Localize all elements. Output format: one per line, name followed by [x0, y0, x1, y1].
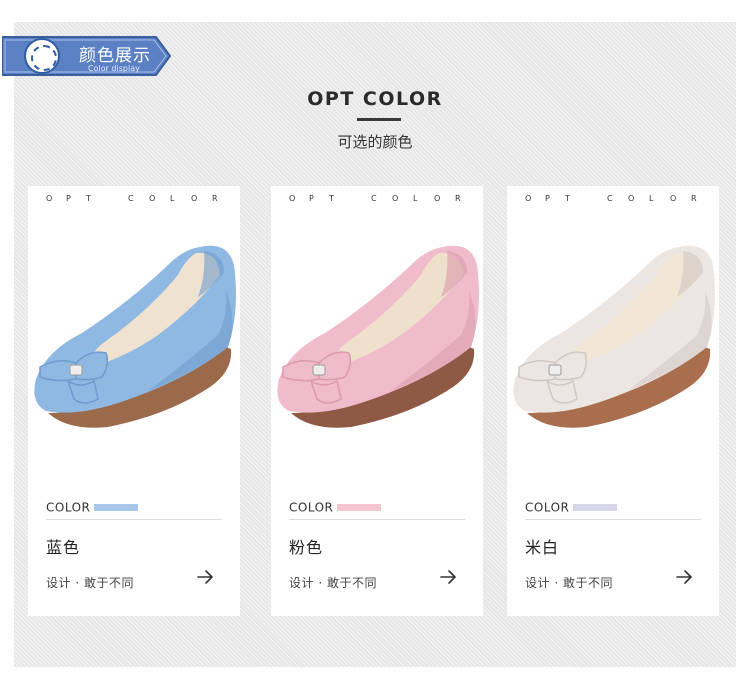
- opt-letter: T: [329, 194, 334, 203]
- opt-letter: L: [413, 194, 418, 203]
- opt-letter: C: [371, 194, 377, 203]
- shoe-image: [34, 245, 237, 428]
- opt-letter: P: [66, 194, 71, 203]
- badge-subtitle: Color display: [88, 64, 140, 73]
- badge-title: 颜色展示: [79, 46, 151, 66]
- opt-letter: O: [149, 194, 156, 203]
- card-divider: [525, 519, 701, 520]
- opt-letter: C: [607, 194, 613, 203]
- opt-color-letters: OPTCOLOR: [28, 194, 240, 208]
- shoe-image: [513, 245, 715, 428]
- design-tagline: 设计 · 敢于不同: [525, 576, 613, 590]
- color-card-white[interactable]: O P T C O L O R COLOR 米白 设计 · 敢于不同: [507, 186, 719, 616]
- opt-letter: O: [525, 194, 532, 203]
- color-swatch: [94, 504, 139, 511]
- opt-letter: P: [309, 194, 314, 203]
- color-name: 米白: [525, 538, 560, 557]
- brand-seal-icon: [24, 38, 60, 74]
- color-swatch: [337, 504, 382, 511]
- opt-letter: R: [691, 194, 697, 203]
- color-label: COLOR: [289, 500, 334, 515]
- color-name: 蓝色: [46, 538, 81, 557]
- section-title: OPT COLOR: [307, 88, 443, 110]
- opt-letter: O: [392, 194, 399, 203]
- section-title-rule: [357, 118, 401, 121]
- color-card-blue[interactable]: O P T C O L O R COLOR 蓝色 设计 · 敢于不同: [28, 186, 240, 616]
- color-card-pink[interactable]: O P T C O L O R COLOR 粉色 设计 · 敢于不同: [271, 186, 483, 616]
- opt-letter: T: [565, 194, 570, 203]
- opt-letter: C: [128, 194, 134, 203]
- opt-letter: O: [46, 194, 53, 203]
- opt-color-letters: OPTCOLOR: [271, 194, 483, 208]
- opt-letter: T: [86, 194, 91, 203]
- design-tagline: 设计 · 敢于不同: [46, 576, 134, 590]
- opt-color-letters: OPTCOLOR: [507, 194, 719, 208]
- card-divider: [289, 519, 465, 520]
- opt-letter: O: [191, 194, 198, 203]
- opt-letter: O: [289, 194, 296, 203]
- color-row: COLOR: [525, 497, 618, 515]
- color-label: COLOR: [46, 500, 91, 515]
- opt-letter: O: [434, 194, 441, 203]
- color-name: 粉色: [289, 538, 324, 557]
- color-label: COLOR: [525, 500, 570, 515]
- arrow-right-icon[interactable]: [675, 568, 693, 586]
- opt-letter: L: [649, 194, 654, 203]
- opt-letter: R: [212, 194, 218, 203]
- opt-letter: P: [545, 194, 550, 203]
- opt-letter: R: [455, 194, 461, 203]
- color-display-badge: 颜色展示 Color display: [2, 33, 174, 79]
- shoe-image: [277, 245, 479, 428]
- color-row: COLOR: [289, 497, 382, 515]
- arrow-right-icon[interactable]: [439, 568, 457, 586]
- design-tagline: 设计 · 敢于不同: [289, 576, 377, 590]
- opt-letter: O: [628, 194, 635, 203]
- color-swatch: [573, 504, 618, 511]
- card-divider: [46, 519, 222, 520]
- opt-letter: O: [670, 194, 677, 203]
- opt-letter: L: [170, 194, 175, 203]
- section-subtitle: 可选的颜色: [337, 133, 413, 151]
- color-row: COLOR: [46, 497, 139, 515]
- arrow-right-icon[interactable]: [196, 568, 214, 586]
